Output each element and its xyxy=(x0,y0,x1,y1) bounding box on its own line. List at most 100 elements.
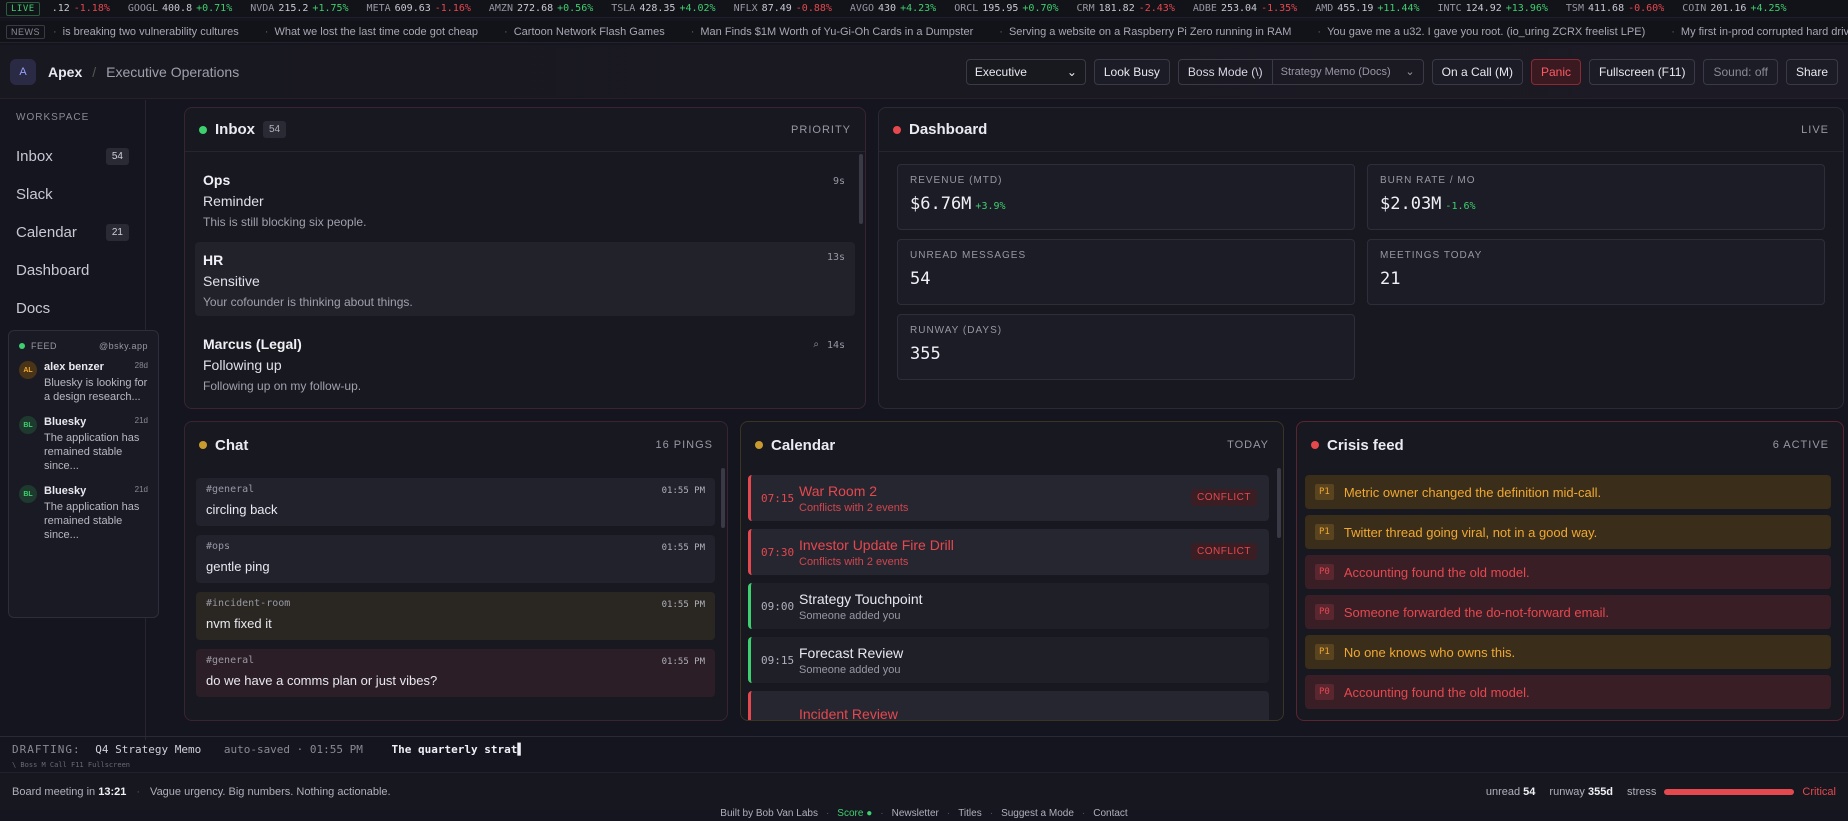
draft-text[interactable]: The quarterly strat▌ xyxy=(392,743,524,756)
feed-post-header: Bluesky 21d xyxy=(44,485,148,497)
calendar-event[interactable]: Incident Review xyxy=(748,691,1269,720)
inbox-message[interactable]: Marcus (Legal) Following up Following up o… xyxy=(195,330,855,396)
stock-item[interactable]: ORCL 195.95 +0.70% xyxy=(954,3,1058,14)
crisis-panel: Crisis feed 6 ACTIVE P1 Metric owner chan… xyxy=(1296,421,1844,721)
scrollbar[interactable] xyxy=(721,468,725,528)
crisis-item[interactable]: P0 Accounting found the old model. xyxy=(1305,555,1831,589)
event-subtitle: Someone added you xyxy=(799,609,901,622)
suggest-mode-link[interactable]: Suggest a Mode xyxy=(1001,808,1074,819)
built-by-link[interactable]: Built by Bob Van Labs xyxy=(720,808,818,819)
persona-select[interactable]: Executive ⌄ xyxy=(965,58,1086,85)
sidebar-item-calendar[interactable]: Calendar 21 xyxy=(8,213,137,251)
stock-change: -1.16% xyxy=(434,3,471,14)
news-headline[interactable]: Man Finds $1M Worth of Yu-Gi-Oh Cards in… xyxy=(691,26,974,38)
contact-link[interactable]: Contact xyxy=(1093,808,1127,819)
look-busy-button[interactable]: Look Busy xyxy=(1093,58,1170,85)
calendar-event[interactable]: 09:15 Forecast Review Someone added you xyxy=(748,637,1269,683)
panic-button[interactable]: Panic xyxy=(1530,58,1581,85)
sidebar-item-label: Calendar xyxy=(16,223,77,241)
boss-mode-select[interactable]: Strategy Memo (Docs) ⌄ xyxy=(1273,60,1423,84)
scrollbar[interactable] xyxy=(859,154,863,224)
feed-post-author: Bluesky xyxy=(44,485,87,497)
stock-item[interactable]: TSLA 428.35 +4.02% xyxy=(611,3,715,14)
crisis-item[interactable]: P0 Accounting found the old model. xyxy=(1305,675,1831,709)
newsletter-link[interactable]: Newsletter xyxy=(892,808,939,819)
chat-message[interactable]: #incident-room 01:55 PM nvm fixed it xyxy=(196,592,715,640)
alert-dot-icon xyxy=(1311,441,1319,449)
event-name: Investor Update Fire Drill xyxy=(799,536,954,553)
stock-item[interactable]: AVGO 430 +4.23% xyxy=(850,3,936,14)
event-subtitle: Someone added you xyxy=(799,663,901,676)
stock-change: +0.71% xyxy=(196,3,233,14)
priority-badge: P0 xyxy=(1315,564,1334,580)
inbox-message[interactable]: HR Sensitive Your cofounder is thinking ab… xyxy=(195,242,855,316)
chat-channel: #general xyxy=(206,655,255,666)
crisis-item[interactable]: P1 Metric owner changed the definition mi… xyxy=(1305,475,1831,509)
message-preview: Following up on my follow-up. xyxy=(203,379,362,393)
news-headline[interactable]: Cartoon Network Flash Games xyxy=(504,26,665,38)
stock-item[interactable]: TSM 411.68 -0.60% xyxy=(1566,3,1664,14)
inbox-sort-label[interactable]: PRIORITY xyxy=(791,124,851,136)
score-link[interactable]: Score ● xyxy=(837,808,872,819)
metric-number: 355 xyxy=(910,344,941,364)
feed-post[interactable]: BL Bluesky 21d The application has remained… xyxy=(19,485,148,542)
calendar-event[interactable]: 09:00 Strategy Touchpoint Someone added yo… xyxy=(748,583,1269,629)
feed-post-author: Bluesky xyxy=(44,416,87,428)
crisis-item[interactable]: P1 Twitter thread going viral, not in a g… xyxy=(1305,515,1831,549)
calendar-event[interactable]: 07:15 War Room 2 Conflicts with 2 events CO… xyxy=(748,475,1269,521)
boss-mode-button[interactable]: Boss Mode (\) xyxy=(1179,59,1273,84)
chevron-down-icon: ⌄ xyxy=(1405,66,1415,78)
metric-card: MEETINGS TODAY 21 xyxy=(1367,239,1825,305)
status-dot-icon xyxy=(893,125,901,134)
crisis-item[interactable]: P0 Someone forwarded the do-not-forward e… xyxy=(1305,595,1831,629)
stock-item[interactable]: .12 -1.18% xyxy=(48,3,110,14)
news-headline[interactable]: My first in-prod corrupted hard drive xyxy=(1671,26,1848,38)
chat-message[interactable]: #ops 01:55 PM gentle ping xyxy=(196,535,715,583)
chat-message[interactable]: #general 01:55 PM do we have a comms plan … xyxy=(196,649,715,697)
stock-item[interactable]: AMD 455.19 +11.44% xyxy=(1315,3,1419,14)
stock-item[interactable]: META 609.63 -1.16% xyxy=(367,3,471,14)
sound-toggle[interactable]: Sound: off xyxy=(1703,58,1778,85)
news-tag: NEWS xyxy=(6,24,45,39)
app-logo[interactable]: A xyxy=(10,58,36,85)
stock-item[interactable]: ADBE 253.04 -1.35% xyxy=(1193,3,1297,14)
fullscreen-button[interactable]: Fullscreen (F11) xyxy=(1589,58,1696,85)
inbox-message[interactable]: Ops Reminder This is still blocking six pe… xyxy=(195,166,855,232)
pin-icon[interactable]: ⌕ xyxy=(813,339,819,350)
metric-value: $6.76M +3.9% xyxy=(910,194,1342,214)
calendar-today-label: TODAY xyxy=(1227,439,1269,451)
stock-item[interactable]: GOOGL 400.8 +0.71% xyxy=(128,3,232,14)
crisis-title: Crisis feed xyxy=(1327,436,1404,454)
sidebar-item-dashboard[interactable]: Dashboard xyxy=(8,251,137,289)
calendar-event[interactable]: 07:30 Investor Update Fire Drill Conflicts… xyxy=(748,529,1269,575)
sidebar-item-slack[interactable]: Slack xyxy=(8,175,137,213)
event-body: Strategy Touchpoint Someone added you xyxy=(799,591,923,622)
feed-post[interactable]: AL alex benzer 28d Bluesky is looking for a… xyxy=(19,361,148,404)
share-button[interactable]: Share xyxy=(1785,58,1838,85)
stock-item[interactable]: CRM 181.82 -2.43% xyxy=(1077,3,1175,14)
stock-item[interactable]: AMZN 272.68 +0.56% xyxy=(489,3,593,14)
event-body: Investor Update Fire Drill Conflicts with… xyxy=(799,537,954,568)
event-subtitle: Conflicts with 2 events xyxy=(799,555,909,568)
on-call-button[interactable]: On a Call (M) xyxy=(1431,58,1523,85)
feed-post-age: 21d xyxy=(134,416,148,425)
news-headline[interactable]: What we lost the last time code got chea… xyxy=(265,26,478,38)
news-headline[interactable]: is breaking two vulnerability cultures xyxy=(53,26,239,38)
sidebar-item-docs[interactable]: Docs xyxy=(8,289,137,327)
sidebar-item-inbox[interactable]: Inbox 54 xyxy=(8,137,137,175)
stock-item[interactable]: COIN 201.16 +4.25% xyxy=(1682,3,1786,14)
stock-item[interactable]: NVDA 215.2 +1.75% xyxy=(250,3,348,14)
feed-post-age: 21d xyxy=(134,485,148,494)
stock-item[interactable]: NFLX 87.49 -0.88% xyxy=(734,3,832,14)
stock-item[interactable]: INTC 124.92 +13.96% xyxy=(1438,3,1548,14)
feed-handle[interactable]: @bsky.app xyxy=(99,341,148,351)
feed-post[interactable]: BL Bluesky 21d The application has remained… xyxy=(19,416,148,473)
crisis-item[interactable]: P1 No one knows who owns this. xyxy=(1305,635,1831,669)
news-headline[interactable]: You gave me a u32. I gave you root. (io_… xyxy=(1317,26,1645,38)
titles-link[interactable]: Titles xyxy=(958,808,982,819)
news-headline[interactable]: Serving a website on a Raspberry Pi Zero… xyxy=(999,26,1291,38)
chat-message[interactable]: #general 01:55 PM circling back xyxy=(196,478,715,526)
draft-name[interactable]: Q4 Strategy Memo xyxy=(95,743,201,756)
scrollbar[interactable] xyxy=(1277,468,1281,538)
sidebar-item-count: 54 xyxy=(105,147,129,165)
